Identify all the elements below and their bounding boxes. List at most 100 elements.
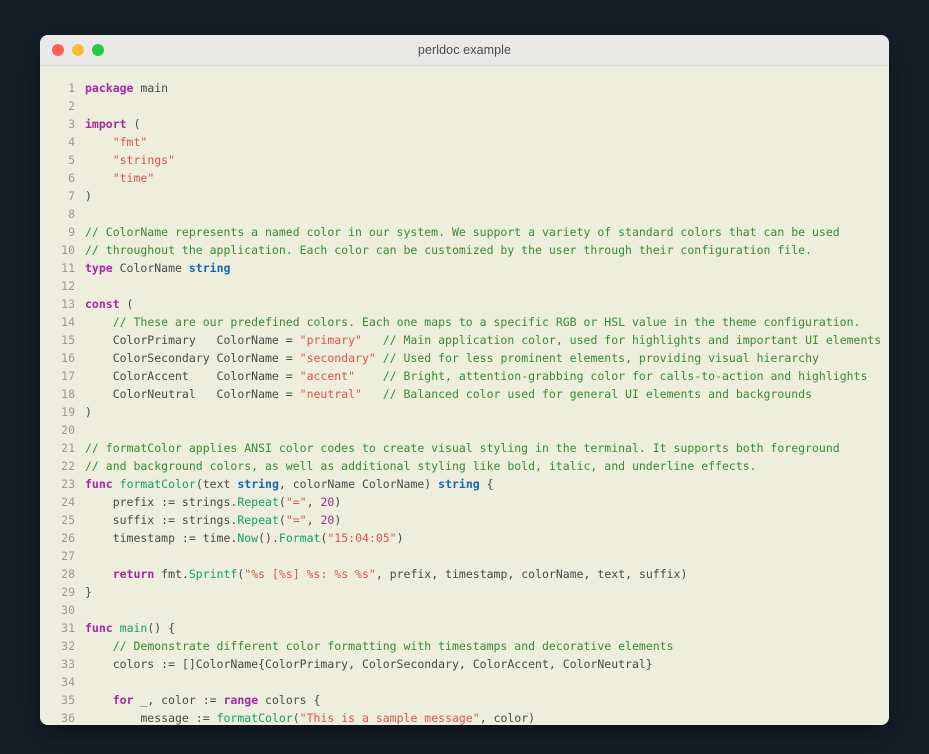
token-kw: const [85, 297, 120, 311]
token-pln: ( [119, 297, 134, 311]
line-source[interactable]: suffix := strings.Repeat("=", 20) [84, 511, 889, 529]
code-line: 10 // throughout the application. Each co… [40, 241, 889, 259]
code-line: 19) [40, 403, 889, 421]
token-fn: Sprintf [188, 567, 238, 581]
line-source[interactable]: // throughout the application. Each colo… [84, 241, 889, 259]
token-str: "=" [285, 513, 307, 527]
token-typ: string [188, 261, 231, 275]
token-str: "secondary" [299, 351, 376, 365]
line-number: 15 [61, 333, 75, 347]
code-line: 26 timestamp := time.Now().Format("15:04… [40, 529, 889, 547]
token-cmt: // ColorName represents a named color in… [85, 225, 840, 239]
line-source[interactable]: message := formatColor("This is a sample… [84, 709, 889, 725]
line-source[interactable]: ColorSecondary ColorName = "secondary" /… [84, 349, 889, 367]
line-source[interactable]: prefix := strings.Repeat("=", 20) [84, 493, 889, 511]
code-window: perldoc example 1 package main 2 3 import (… [40, 35, 889, 725]
token-str: "time" [112, 171, 155, 185]
line-source[interactable]: "fmt" [84, 133, 889, 151]
code-editor[interactable]: 1 package main 2 3 import (4 "fmt" 5 "string… [40, 66, 889, 725]
line-source[interactable] [84, 547, 889, 565]
token-pln: ColorAccent ColorName = [85, 369, 300, 383]
token-pln: ( [278, 495, 286, 509]
line-source[interactable] [84, 421, 889, 439]
token-cmt: // Demonstrate different color formattin… [112, 639, 674, 653]
line-source[interactable]: } [84, 583, 889, 601]
line-source[interactable]: package main [84, 79, 889, 97]
line-source[interactable]: func formatColor(text string, colorName … [84, 475, 889, 493]
code-line: 21 // formatColor applies ANSI color code… [40, 439, 889, 457]
line-source[interactable]: ColorNeutral ColorName = "neutral" // Ba… [84, 385, 889, 403]
line-number: 4 [68, 135, 75, 149]
line-number: 2 [68, 99, 75, 113]
line-source[interactable] [84, 673, 889, 691]
line-source[interactable]: colors := []ColorName{ColorPrimary, Colo… [84, 655, 889, 673]
line-source[interactable]: "time" [84, 169, 889, 187]
line-source[interactable] [84, 205, 889, 223]
code-line: 11 type ColorName string [40, 259, 889, 277]
line-source[interactable]: ColorAccent ColorName = "accent" // Brig… [84, 367, 889, 385]
line-source[interactable]: ) [84, 403, 889, 421]
line-source[interactable]: import ( [84, 115, 889, 133]
code-line: 1 package main [40, 79, 889, 97]
line-number: 8 [68, 207, 75, 221]
window-controls [52, 44, 104, 56]
line-source[interactable]: // These are our predefined colors. Each… [84, 313, 889, 331]
code-line: 15 ColorPrimary ColorName = "primary" //… [40, 331, 889, 349]
code-line: 33 colors := []ColorName{ColorPrimary, C… [40, 655, 889, 673]
token-fn: formatColor [119, 477, 196, 491]
code-line: 18 ColorNeutral ColorName = "neutral" //… [40, 385, 889, 403]
code-line: 27 [40, 547, 889, 565]
line-source[interactable]: timestamp := time.Now().Format("15:04:05… [84, 529, 889, 547]
code-line: 22 // and background colors, as well as a… [40, 457, 889, 475]
code-line: 24 prefix := strings.Repeat("=", 20) [40, 493, 889, 511]
line-number: 6 [68, 171, 75, 185]
code-line: 4 "fmt" [40, 133, 889, 151]
token-pln [85, 135, 113, 149]
line-number: 27 [61, 549, 75, 563]
token-pln: (). [258, 531, 279, 545]
line-number: 26 [61, 531, 75, 545]
line-source[interactable]: ) [84, 187, 889, 205]
line-source[interactable]: // formatColor applies ANSI color codes … [84, 439, 889, 457]
token-fn: Now [237, 531, 259, 545]
code-lines: 1 package main 2 3 import (4 "fmt" 5 "string… [40, 79, 889, 725]
line-source[interactable]: return fmt.Sprintf("%s [%s] %s: %s %s", … [84, 565, 889, 583]
token-pln: (text [195, 477, 238, 491]
line-source[interactable]: "strings" [84, 151, 889, 169]
token-typ: string [237, 477, 279, 491]
close-button[interactable] [52, 44, 64, 56]
token-pln: ) [85, 189, 92, 203]
line-source[interactable]: func main() { [84, 619, 889, 637]
line-number: 1 [68, 81, 75, 95]
code-line: 12 [40, 277, 889, 295]
token-str: "strings" [112, 153, 176, 167]
line-source[interactable]: type ColorName string [84, 259, 889, 277]
code-line: 32 // Demonstrate different color format… [40, 637, 889, 655]
code-line: 23 func formatColor(text string, colorNam… [40, 475, 889, 493]
line-number: 18 [61, 387, 75, 401]
token-cmt: // Used for less prominent elements, pro… [382, 351, 819, 365]
minimize-button[interactable] [72, 44, 84, 56]
line-source[interactable]: const ( [84, 295, 889, 313]
line-source[interactable] [84, 97, 889, 115]
line-source[interactable] [84, 601, 889, 619]
token-pln: , [306, 513, 321, 527]
code-line: 16 ColorSecondary ColorName = "secondary… [40, 349, 889, 367]
line-source[interactable]: // Demonstrate different color formattin… [84, 637, 889, 655]
line-source[interactable] [84, 277, 889, 295]
maximize-button[interactable] [92, 44, 104, 56]
token-pln: ColorPrimary ColorName = [85, 333, 300, 347]
line-source[interactable]: // and background colors, as well as add… [84, 457, 889, 475]
token-str: "fmt" [112, 135, 148, 149]
token-str: "%s [%s] %s: %s %s" [244, 567, 376, 581]
code-line: 36 message := formatColor("This is a sam… [40, 709, 889, 725]
token-fn: Repeat [237, 513, 279, 527]
line-number: 24 [61, 495, 75, 509]
line-source[interactable]: // ColorName represents a named color in… [84, 223, 889, 241]
line-number: 31 [61, 621, 75, 635]
line-source[interactable]: ColorPrimary ColorName = "primary" // Ma… [84, 331, 889, 349]
line-number: 34 [61, 675, 75, 689]
line-number: 35 [61, 693, 75, 707]
line-source[interactable]: for _, color := range colors { [84, 691, 889, 709]
token-fn: formatColor [216, 711, 293, 725]
